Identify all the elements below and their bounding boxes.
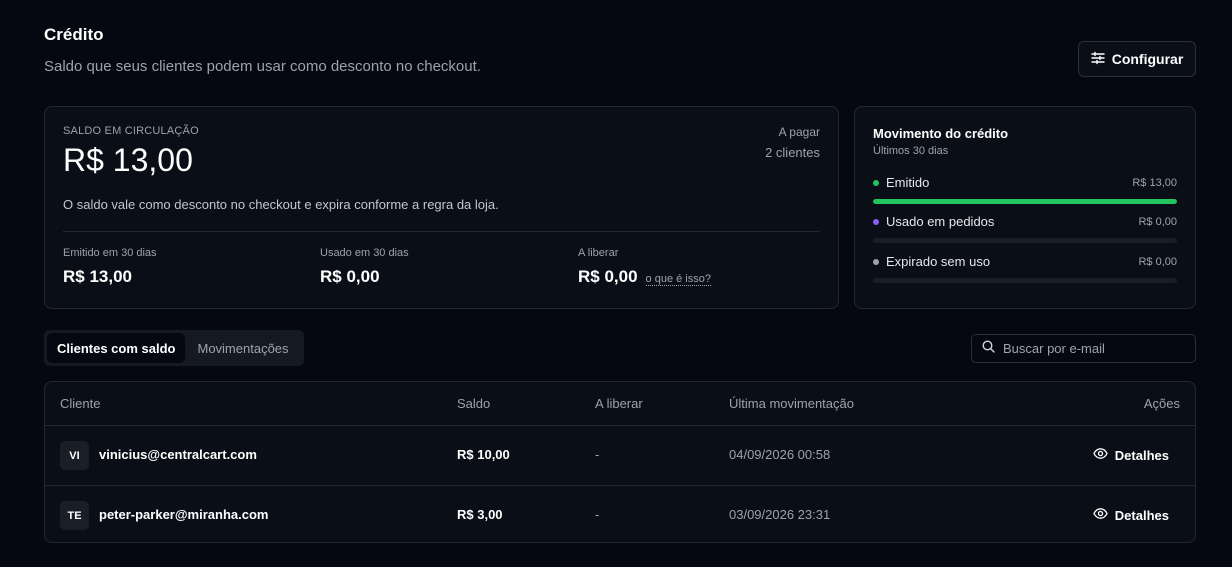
balance-divider (63, 231, 820, 232)
client-balance: R$ 3,00 (457, 507, 503, 522)
movement-row-used: Usado em pedidos R$ 0,00 (873, 214, 1177, 243)
stat-value: R$ 13,00 (63, 267, 132, 286)
progress-track (873, 238, 1177, 243)
tab-bar: Clientes com saldo Movimentações (44, 330, 304, 366)
movement-row-value: R$ 13,00 (1132, 176, 1177, 189)
avatar: VI (60, 441, 89, 470)
clients-count: 2 clientes (765, 145, 820, 160)
details-button[interactable]: Detalhes (1092, 506, 1169, 524)
movement-row-label: Usado em pedidos (886, 214, 995, 229)
page-title: Crédito (44, 25, 104, 44)
stat-label: A liberar (578, 247, 619, 259)
column-header-balance: Saldo (457, 396, 491, 411)
details-label: Detalhes (1114, 507, 1169, 523)
column-header-actions: Ações (1143, 396, 1180, 411)
client-balance: R$ 10,00 (457, 447, 510, 462)
client-last-movement: 04/09/2026 00:58 (729, 447, 831, 462)
movement-row-expired: Expirado sem uso R$ 0,00 (873, 254, 1177, 283)
search-box[interactable] (971, 334, 1196, 363)
progress-fill (873, 199, 1177, 204)
movement-subtitle: Últimos 30 dias (873, 145, 949, 157)
status-dot (873, 218, 879, 225)
stat-used: Usado em 30 dias R$ 0,00 (320, 247, 409, 287)
movement-row-issued: Emitido R$ 13,00 (873, 175, 1177, 204)
stat-pending: A liberar R$ 0,00 o que é isso? (578, 247, 711, 287)
stat-value: R$ 0,00 (320, 267, 380, 286)
client-pending: - (595, 447, 600, 462)
progress-track (873, 278, 1177, 283)
column-header-pending: A liberar (595, 396, 643, 411)
movement-row-label: Expirado sem uso (886, 254, 991, 269)
table-header: Cliente Saldo A liberar Última movimenta… (45, 382, 1195, 426)
avatar: TE (60, 501, 89, 530)
status-dot (873, 179, 879, 186)
table-row: TE peter-parker@miranha.com R$ 3,00 - 03… (45, 485, 1195, 544)
tab-clients-with-balance[interactable]: Clientes com saldo (47, 333, 186, 363)
clients-table: Cliente Saldo A liberar Última movimenta… (44, 381, 1196, 543)
sliders-icon (1091, 51, 1105, 68)
movement-row-label: Emitido (886, 175, 930, 190)
movement-title: Movimento do crédito (873, 126, 1009, 141)
eye-icon (1092, 506, 1108, 524)
details-button[interactable]: Detalhes (1092, 446, 1169, 464)
client-email: peter-parker@miranha.com (99, 507, 269, 522)
eye-icon (1092, 446, 1108, 464)
stat-label: Usado em 30 dias (320, 247, 409, 259)
page-subtitle: Saldo que seus clientes podem usar como … (44, 58, 481, 75)
column-header-last-movement: Última movimentação (729, 396, 854, 411)
search-icon (982, 339, 995, 358)
balance-amount: R$ 13,00 (63, 142, 193, 178)
configure-label: Configurar (1111, 51, 1184, 67)
table-row: VI vinicius@centralcart.com R$ 10,00 - 0… (45, 426, 1195, 485)
client-pending: - (595, 507, 600, 522)
movement-card: Movimento do crédito Últimos 30 dias Emi… (854, 106, 1196, 309)
client-email: vinicius@centralcart.com (99, 447, 257, 462)
balance-note: O saldo vale como desconto no checkout e… (63, 197, 499, 212)
stat-value: R$ 0,00 (578, 267, 638, 286)
status-dot (873, 258, 879, 265)
stat-label: Emitido em 30 dias (63, 247, 157, 259)
to-pay-label: A pagar (778, 125, 820, 139)
movement-row-value: R$ 0,00 (1138, 215, 1177, 228)
details-label: Detalhes (1114, 447, 1169, 463)
configure-button[interactable]: Configurar (1078, 41, 1196, 77)
stat-issued: Emitido em 30 dias R$ 13,00 (63, 247, 157, 287)
column-header-client: Cliente (60, 396, 101, 411)
balance-label: SALDO EM CIRCULAÇÃO (63, 125, 199, 137)
search-input[interactable] (1003, 341, 1183, 356)
progress-track (873, 199, 1177, 204)
what-is-this-link[interactable]: o que é isso? (645, 273, 711, 286)
balance-card: SALDO EM CIRCULAÇÃO R$ 13,00 A pagar 2 c… (44, 106, 839, 309)
movement-row-value: R$ 0,00 (1138, 255, 1177, 268)
tab-movements[interactable]: Movimentações (187, 333, 298, 363)
client-last-movement: 03/09/2026 23:31 (729, 507, 831, 522)
